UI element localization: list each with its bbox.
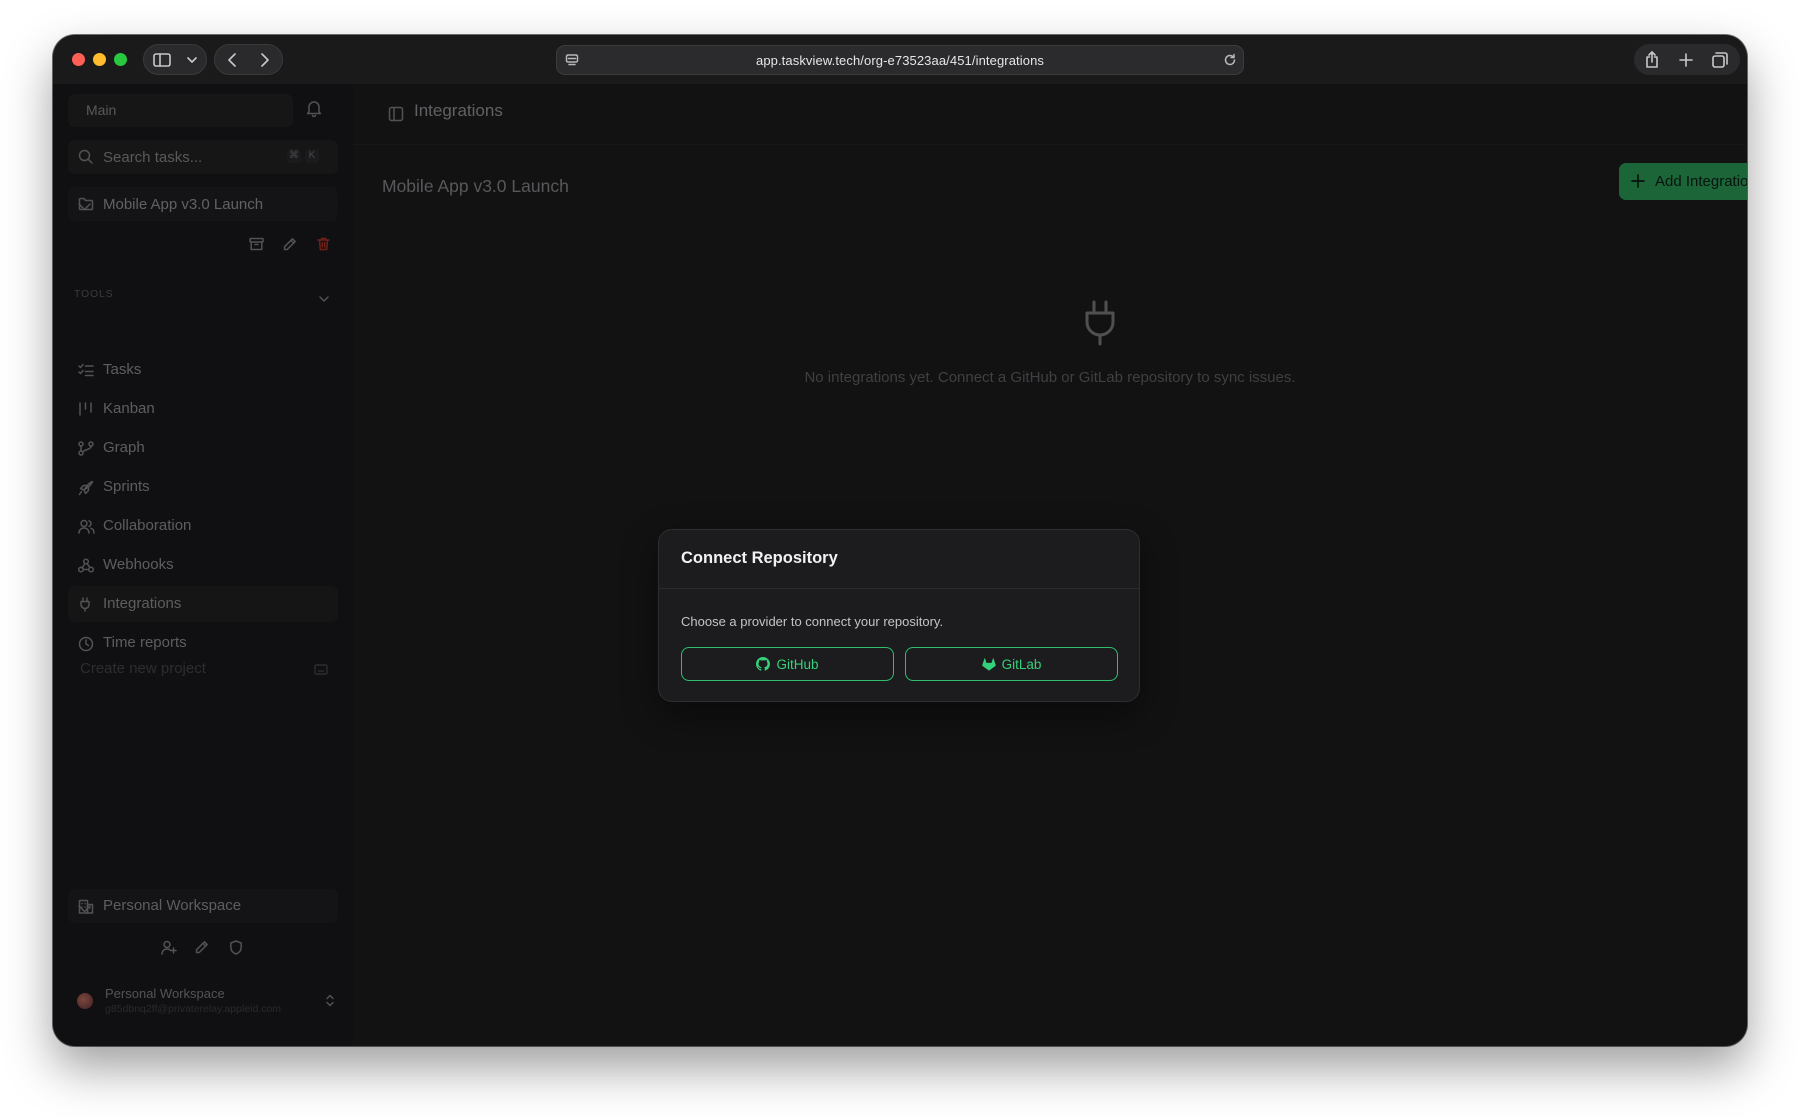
browser-toolbar: app.taskview.tech/org-e73523aa/451/integ…: [53, 35, 1747, 84]
new-tab-button[interactable]: [1669, 45, 1703, 74]
plus-icon: [1679, 52, 1693, 67]
chevron-right-icon: [261, 52, 270, 67]
browser-window: app.taskview.tech/org-e73523aa/451/integ…: [53, 35, 1747, 1046]
zoom-window-button[interactable]: [114, 53, 127, 66]
sidebar-toggle-group: [143, 44, 207, 75]
github-icon: [756, 657, 771, 671]
gitlab-button[interactable]: GitLab: [905, 647, 1118, 681]
app-root: Main Search tasks... ⌘ K Mobile App v3.0…: [53, 84, 1747, 1046]
connect-repository-dialog: Connect Repository Choose a provider to …: [658, 529, 1140, 702]
minimize-window-button[interactable]: [93, 53, 106, 66]
dialog-title: Connect Repository: [681, 549, 838, 567]
url-text[interactable]: app.taskview.tech/org-e73523aa/451/integ…: [557, 53, 1243, 68]
chevron-down-icon: [187, 56, 197, 63]
dialog-header: Connect Repository: [659, 530, 1139, 589]
tab-group-menu-button[interactable]: [180, 45, 204, 74]
address-bar[interactable]: app.taskview.tech/org-e73523aa/451/integ…: [556, 45, 1244, 75]
tab-overview-button[interactable]: [1703, 45, 1737, 74]
github-label: GitHub: [776, 656, 819, 672]
reload-icon[interactable]: [1223, 53, 1237, 72]
close-window-button[interactable]: [72, 53, 85, 66]
gitlab-icon: [981, 657, 996, 671]
back-button[interactable]: [215, 45, 249, 74]
share-button[interactable]: [1635, 45, 1669, 74]
share-icon: [1646, 51, 1658, 68]
chevron-left-icon: [227, 52, 236, 67]
forward-button[interactable]: [249, 45, 283, 74]
sidebar-toggle-button[interactable]: [144, 45, 180, 74]
toolbar-right-group: [1634, 44, 1740, 75]
tabs-icon: [1712, 51, 1728, 68]
gitlab-label: GitLab: [1001, 656, 1042, 672]
dialog-description: Choose a provider to connect your reposi…: [681, 614, 944, 629]
history-nav-group: [214, 44, 283, 75]
sidebar-icon: [153, 52, 171, 67]
github-button[interactable]: GitHub: [681, 647, 894, 681]
